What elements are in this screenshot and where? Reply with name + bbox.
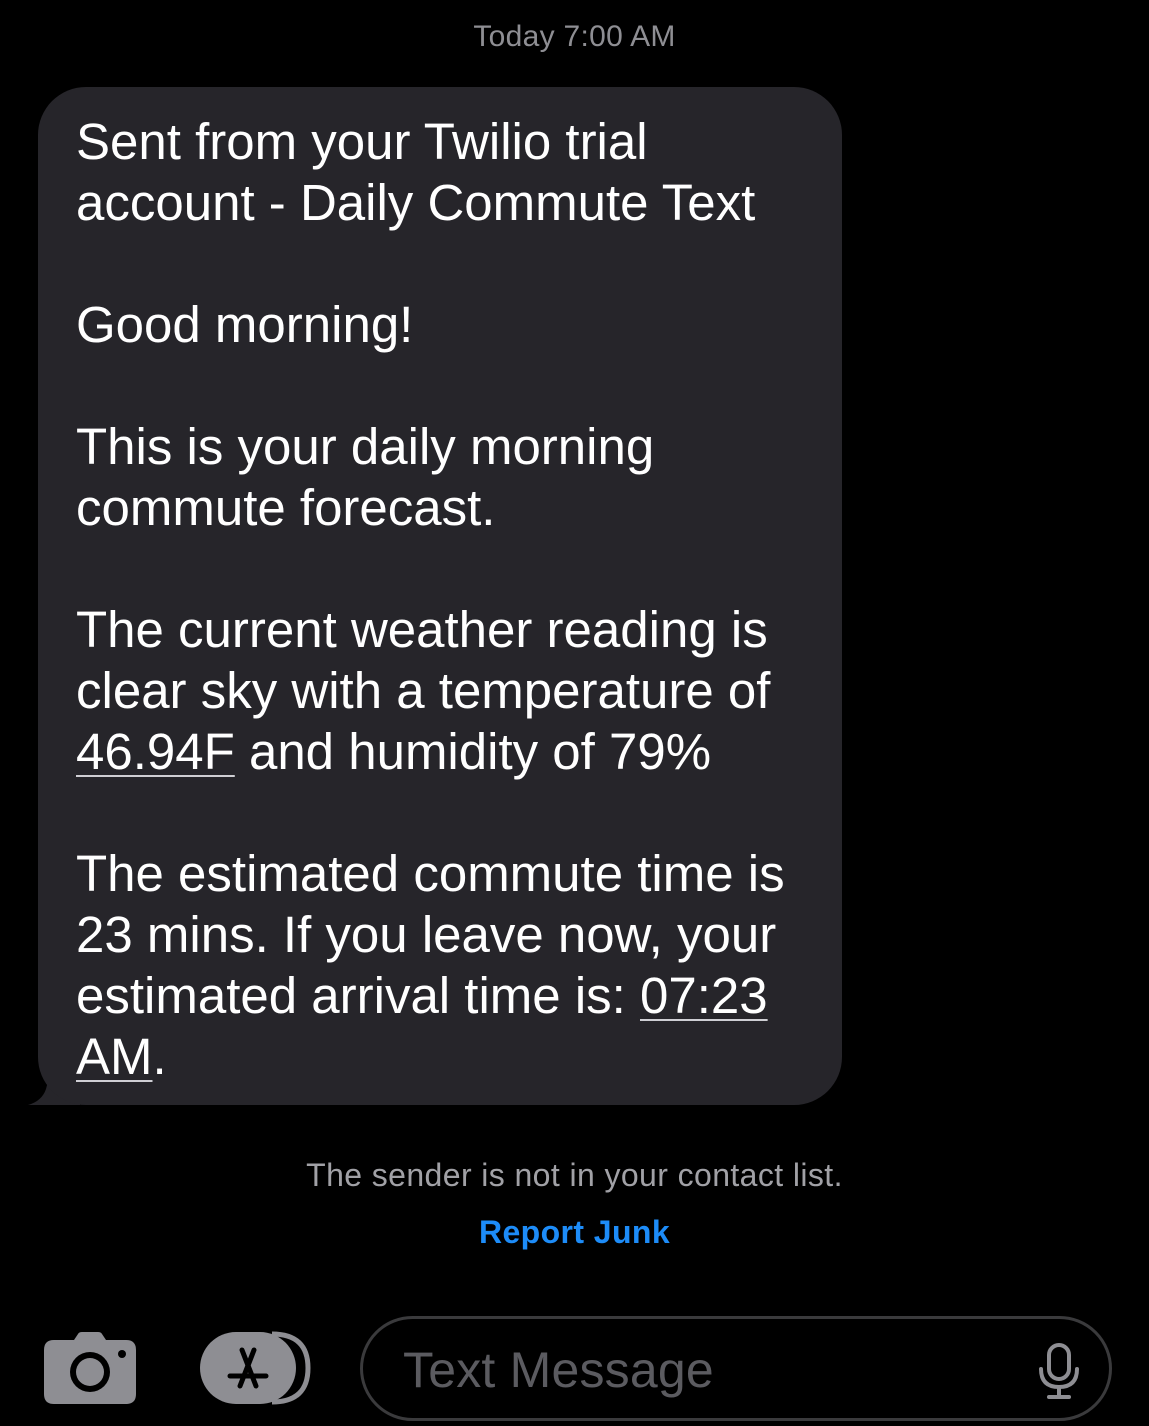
camera-button[interactable] <box>44 1332 136 1404</box>
message-line: and humidity of 79% <box>234 723 712 780</box>
arrival-time-link[interactable]: 07:23 <box>640 967 768 1024</box>
message-line: 23 mins. If you leave now, your <box>76 906 777 963</box>
message-line: . <box>152 1028 167 1085</box>
message-line: clear sky with a temperature of <box>76 662 771 719</box>
message-bubble[interactable]: Sent from your Twilio trial account - Da… <box>28 87 842 1105</box>
message-timestamp: Today 7:00 AM <box>473 20 676 53</box>
message-line: account - Daily Commute Text <box>76 174 756 231</box>
report-junk-link[interactable]: Report Junk <box>0 1214 1149 1251</box>
message-line: Good morning! <box>76 296 414 353</box>
message-line: The estimated commute time is <box>76 845 785 902</box>
arrival-time-link-ampm[interactable]: AM <box>76 1028 153 1085</box>
message-line: This is your daily morning <box>76 418 655 475</box>
unknown-sender-notice: The sender is not in your contact list. <box>306 1157 843 1193</box>
message-paragraph-greeting: Good morning! <box>76 294 812 355</box>
message-input-placeholder: Text Message <box>403 1342 714 1398</box>
message-line: The current weather reading is <box>76 601 768 658</box>
apps-button[interactable] <box>200 1330 312 1406</box>
message-input[interactable]: Text Message <box>360 1316 1112 1421</box>
message-paragraph-commute: The estimated commute time is 23 mins. I… <box>76 843 812 1087</box>
message-bubble-body: Sent from your Twilio trial account - Da… <box>38 87 842 1105</box>
message-paragraph-weather: The current weather reading is clear sky… <box>76 599 812 782</box>
microphone-icon[interactable] <box>1037 1343 1081 1399</box>
message-paragraph-intro: Sent from your Twilio trial account - Da… <box>76 111 812 233</box>
message-line: commute forecast. <box>76 479 496 536</box>
temperature-link[interactable]: 46.94F <box>76 723 235 780</box>
app-store-icon <box>200 1331 311 1405</box>
camera-icon <box>44 1332 136 1404</box>
message-line: Sent from your Twilio trial <box>76 113 648 170</box>
message-paragraph-forecast: This is your daily morning commute forec… <box>76 416 812 538</box>
message-line: estimated arrival time is: <box>76 967 640 1024</box>
